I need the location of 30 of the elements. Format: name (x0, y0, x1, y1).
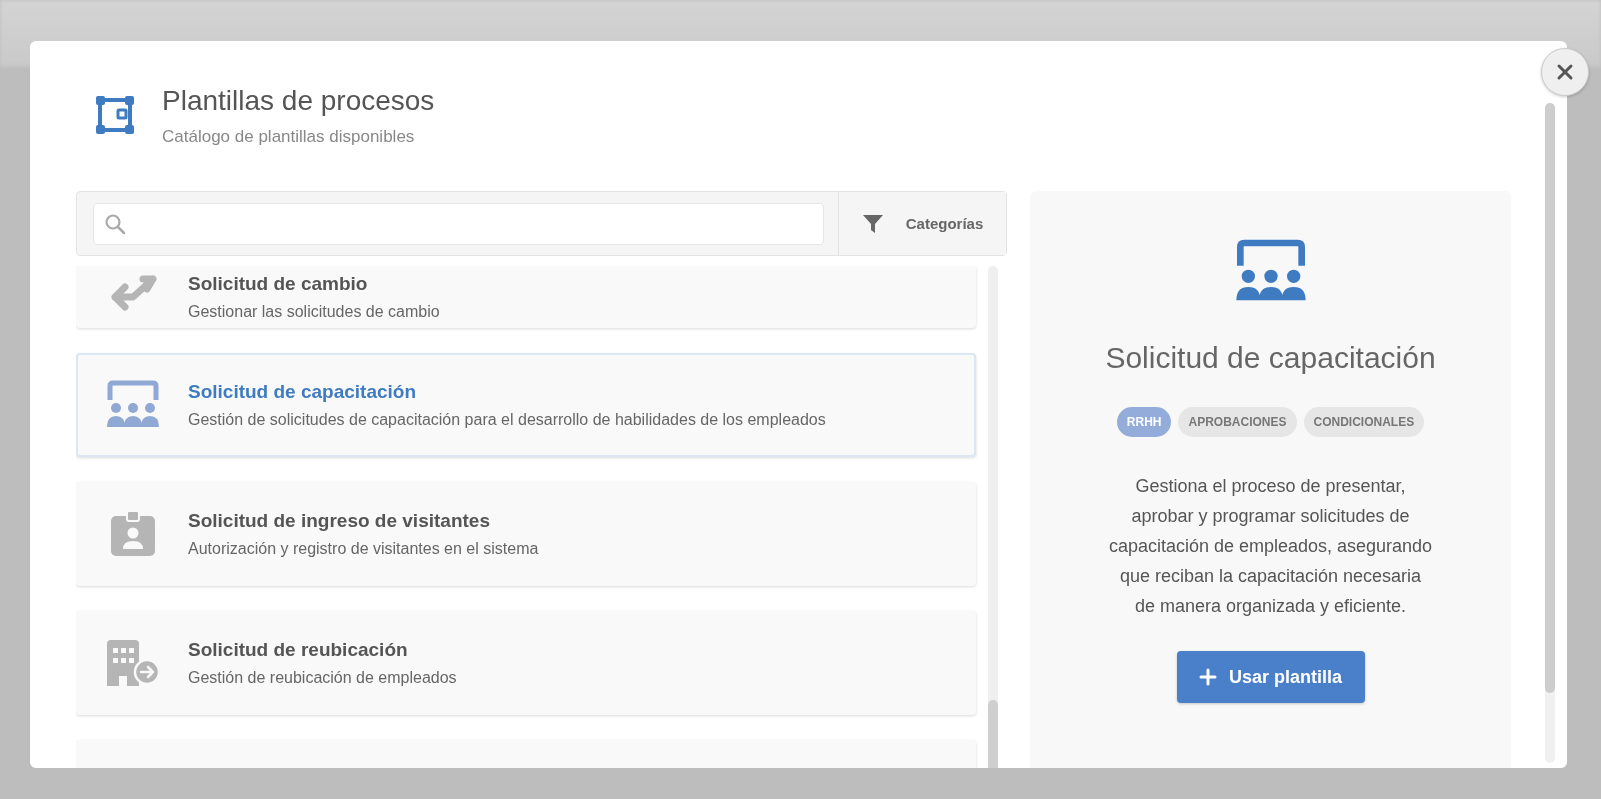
use-template-button[interactable]: Usar plantilla (1176, 651, 1365, 703)
template-description: Autorización y registro de visitantes en el sistema (188, 540, 539, 558)
template-title: Solicitud de cambio (188, 273, 369, 295)
plus-icon (1198, 668, 1217, 686)
classroom-icon (104, 380, 162, 430)
dialog-subtitle: Catálogo de plantillas disponibles (162, 127, 416, 147)
template-description: Gestionar las solicitudes de cambio (188, 303, 440, 321)
tag: RRHH (1116, 407, 1172, 437)
process-icon (94, 94, 136, 136)
close-icon (1556, 63, 1574, 81)
tag: CONDICIONALES (1303, 407, 1425, 437)
search-icon (104, 213, 126, 235)
dialog-title: Plantillas de procesos (162, 85, 435, 117)
template-card[interactable]: Solicitud de reubicación Gestión de reubicación de empleados (76, 611, 976, 715)
tag: APROBACIONES (1178, 407, 1297, 437)
detail-description: Gestiona el proceso de presentar, aprobar y programar solicitudes de capacitación de empleados, asegurando que reciban la capacitación necesaria de manera organizada y eficiente. (1107, 475, 1434, 618)
filter-icon (861, 212, 884, 235)
template-description: Gestión de solicitudes de capacitación para el desarrollo de habilidades de los empleados (188, 411, 826, 429)
template-title: Solicitud de capacitación (188, 381, 418, 403)
template-description: Gestión de reubicación de empleados (188, 669, 457, 687)
building-icon (105, 638, 161, 688)
search-field[interactable] (93, 203, 824, 245)
detail-title: Solicitud de capacitación (1105, 341, 1436, 375)
template-card[interactable]: Solicitud de cambio Gestionar las solicitudes de cambio (76, 266, 976, 328)
scrollbar-thumb[interactable] (988, 700, 998, 768)
template-title: Solicitud de ingreso de visitantes (188, 510, 491, 532)
categories-button[interactable]: Categorías (838, 192, 1006, 255)
template-title: Solicitud de reubicación (188, 639, 409, 661)
template-card[interactable]: Solicitud de capacitación Gestión de solicitudes de capacitación para el desarrollo de habilidades de los empleados (76, 353, 976, 457)
template-card[interactable]: Solicitud de ingreso de visitantes Autorización y registro de visitantes en el sistema (76, 482, 976, 586)
